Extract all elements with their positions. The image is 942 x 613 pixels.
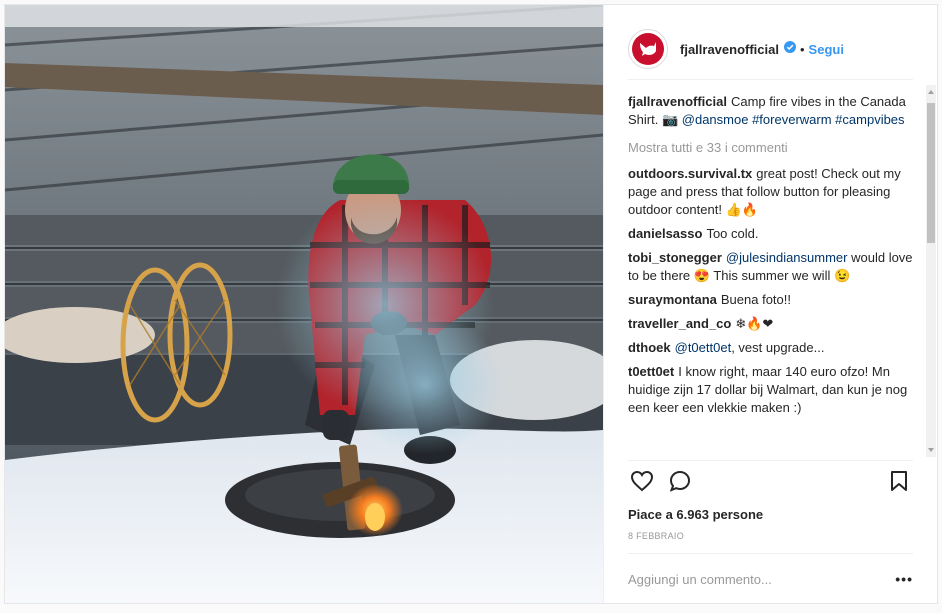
- comment-item: danielsasso Too cold.: [628, 225, 920, 243]
- comment-text: , vest upgrade...: [731, 340, 825, 355]
- bookmark-icon: [891, 471, 907, 491]
- like-button[interactable]: [628, 467, 656, 495]
- scroll-up-arrow-icon[interactable]: [928, 90, 934, 94]
- comment-username[interactable]: outdoors.survival.tx: [628, 166, 752, 181]
- comment-username[interactable]: traveller_and_co: [628, 316, 731, 331]
- comment-bubble-icon: [669, 470, 691, 492]
- caption: fjallravenofficial Camp fire vibes in the…: [628, 93, 920, 129]
- hashtag-link[interactable]: #campvibes: [835, 112, 904, 127]
- comment-username[interactable]: fjallravenofficial: [628, 94, 727, 109]
- add-comment-bar: •••: [628, 553, 913, 604]
- action-icons: [628, 461, 913, 501]
- comment-text: Too cold.: [706, 226, 759, 241]
- comments-scrollbar[interactable]: [926, 85, 936, 457]
- comment-item: dthoek @t0ett0et, vest upgrade...: [628, 339, 920, 357]
- comment-item: suraymontana Buena foto!!: [628, 291, 920, 309]
- heart-icon: [630, 470, 654, 492]
- scroll-down-arrow-icon[interactable]: [928, 448, 934, 452]
- comment-button[interactable]: [666, 467, 694, 495]
- save-button[interactable]: [885, 467, 913, 495]
- post-photo[interactable]: [5, 5, 603, 603]
- post-header: fjallravenofficial • Segui: [628, 19, 913, 80]
- comment-item: traveller_and_co ❄🔥❤: [628, 315, 920, 333]
- post-sidebar: fjallravenofficial • Segui fjallravenoff…: [603, 5, 937, 603]
- likes-count[interactable]: Piace a 6.963 persone: [628, 507, 913, 522]
- comment-username[interactable]: dthoek: [628, 340, 671, 355]
- campfire-photo-illustration: [5, 5, 603, 603]
- comment-username[interactable]: danielsasso: [628, 226, 702, 241]
- comments-list: fjallravenofficial Camp fire vibes in the…: [628, 93, 920, 458]
- scrollbar-thumb[interactable]: [927, 103, 935, 243]
- more-options-icon[interactable]: •••: [895, 571, 913, 587]
- comment-item: outdoors.survival.tx great post! Check ou…: [628, 165, 920, 219]
- avatar[interactable]: [628, 29, 668, 69]
- comment-username[interactable]: suraymontana: [628, 292, 717, 307]
- comment-text: Buena foto!!: [720, 292, 791, 307]
- mention-link[interactable]: @t0ett0et: [675, 340, 732, 355]
- mention-link[interactable]: @dansmoe: [682, 112, 749, 127]
- username-link[interactable]: fjallravenofficial: [680, 42, 779, 57]
- post-date[interactable]: 8 FEBBRAIO: [628, 531, 913, 541]
- comment-text: ❄🔥❤: [735, 316, 774, 331]
- add-comment-input[interactable]: [628, 571, 896, 587]
- show-all-comments-link[interactable]: Mostra tutti e 33 i commenti: [628, 139, 920, 157]
- comment-item: t0ett0et I know right, maar 140 euro ofzo…: [628, 363, 920, 417]
- separator-dot: •: [799, 41, 805, 57]
- comment-item: tobi_stonegger @julesindiansummer would l…: [628, 249, 920, 285]
- comment-username[interactable]: tobi_stonegger: [628, 250, 722, 265]
- hashtag-link[interactable]: #foreverwarm: [752, 112, 831, 127]
- fox-logo-icon: [632, 33, 664, 65]
- post-actions: Piace a 6.963 persone 8 FEBBRAIO: [628, 460, 913, 541]
- instagram-post: fjallravenofficial • Segui fjallravenoff…: [4, 4, 938, 604]
- comment-username[interactable]: t0ett0et: [628, 364, 674, 379]
- mention-link[interactable]: @julesindiansummer: [726, 250, 848, 265]
- verified-badge-icon: [783, 40, 796, 58]
- follow-button[interactable]: Segui: [809, 42, 844, 57]
